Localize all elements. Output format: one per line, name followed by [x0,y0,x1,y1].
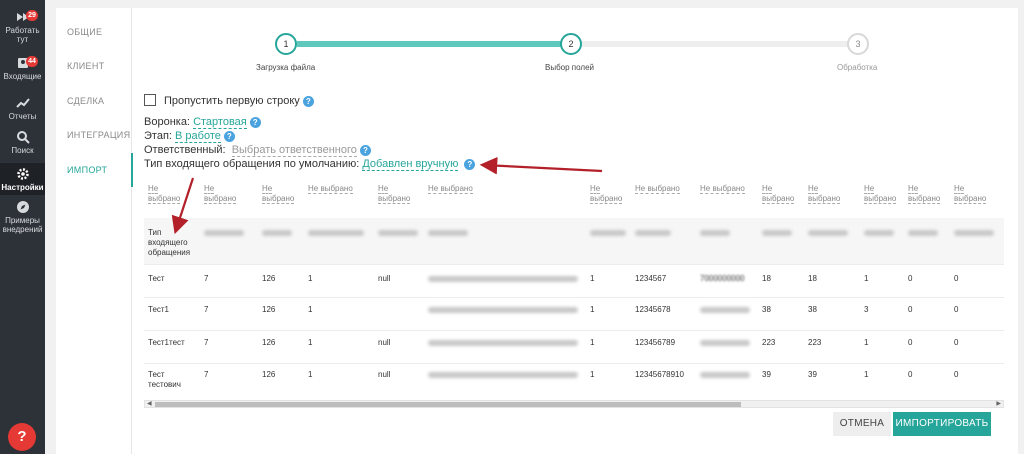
sidebar-item-label: Поиск [11,146,34,155]
sidebar-item-work-here[interactable]: 29 Работать тут [0,10,45,50]
sidebar-item-label: Входящие [3,72,42,81]
trend-icon [15,98,30,108]
arrow-icon [171,177,195,235]
badge-count: 44 [26,56,38,67]
sidebar-item-reports[interactable]: Отчеты [0,96,45,126]
arrow-icon [479,156,603,175]
sidebar-item-label: Отчеты [8,112,37,121]
search-icon [16,131,30,144]
sidebar-item-search[interactable]: Поиск [0,130,45,160]
sidebar-item-label: Примеры внедрений [2,216,43,234]
sidebar-item-examples[interactable]: Примеры внедрений [0,200,45,236]
sidebar-item-settings[interactable]: Настройки [0,163,45,195]
sidebar-item-label: Настройки [1,183,44,192]
annotation-arrows [171,156,603,235]
app-sidebar: 29 Работать тут 44 Входящие Отчеты Поиск… [0,0,45,454]
sidebar-item-inbox[interactable]: 44 Входящие [0,56,45,88]
gear-icon [16,168,29,180]
help-button[interactable]: ? [8,423,36,451]
compass-icon [16,201,29,213]
sidebar-item-label: Работать тут [5,26,40,44]
import-card: ОБЩИЕ КЛИЕНТ СДЕЛКА ИНТЕГРАЦИЯ ИМПОРТ 1 … [56,8,1018,454]
badge-count: 29 [26,10,38,21]
